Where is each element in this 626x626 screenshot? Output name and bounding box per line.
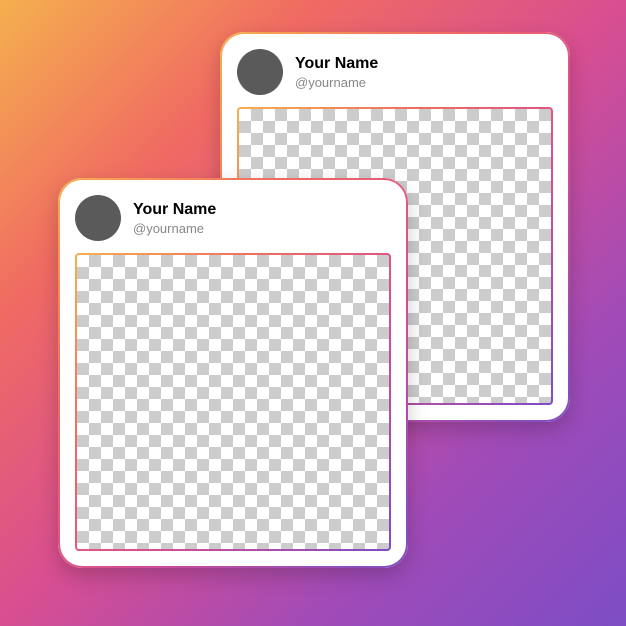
avatar-placeholder <box>237 49 283 95</box>
card-header: Your Name @yourname <box>75 195 391 253</box>
user-handle: @yourname <box>133 221 216 236</box>
image-placeholder <box>77 255 389 549</box>
user-info: Your Name @yourname <box>295 55 378 90</box>
display-name: Your Name <box>133 201 216 219</box>
display-name: Your Name <box>295 55 378 73</box>
image-frame <box>75 253 391 551</box>
user-info: Your Name @yourname <box>133 201 216 236</box>
post-card-front: Your Name @yourname <box>58 178 408 568</box>
card-header: Your Name @yourname <box>237 49 553 107</box>
user-handle: @yourname <box>295 75 378 90</box>
avatar-placeholder <box>75 195 121 241</box>
card-inner: Your Name @yourname <box>61 181 405 565</box>
